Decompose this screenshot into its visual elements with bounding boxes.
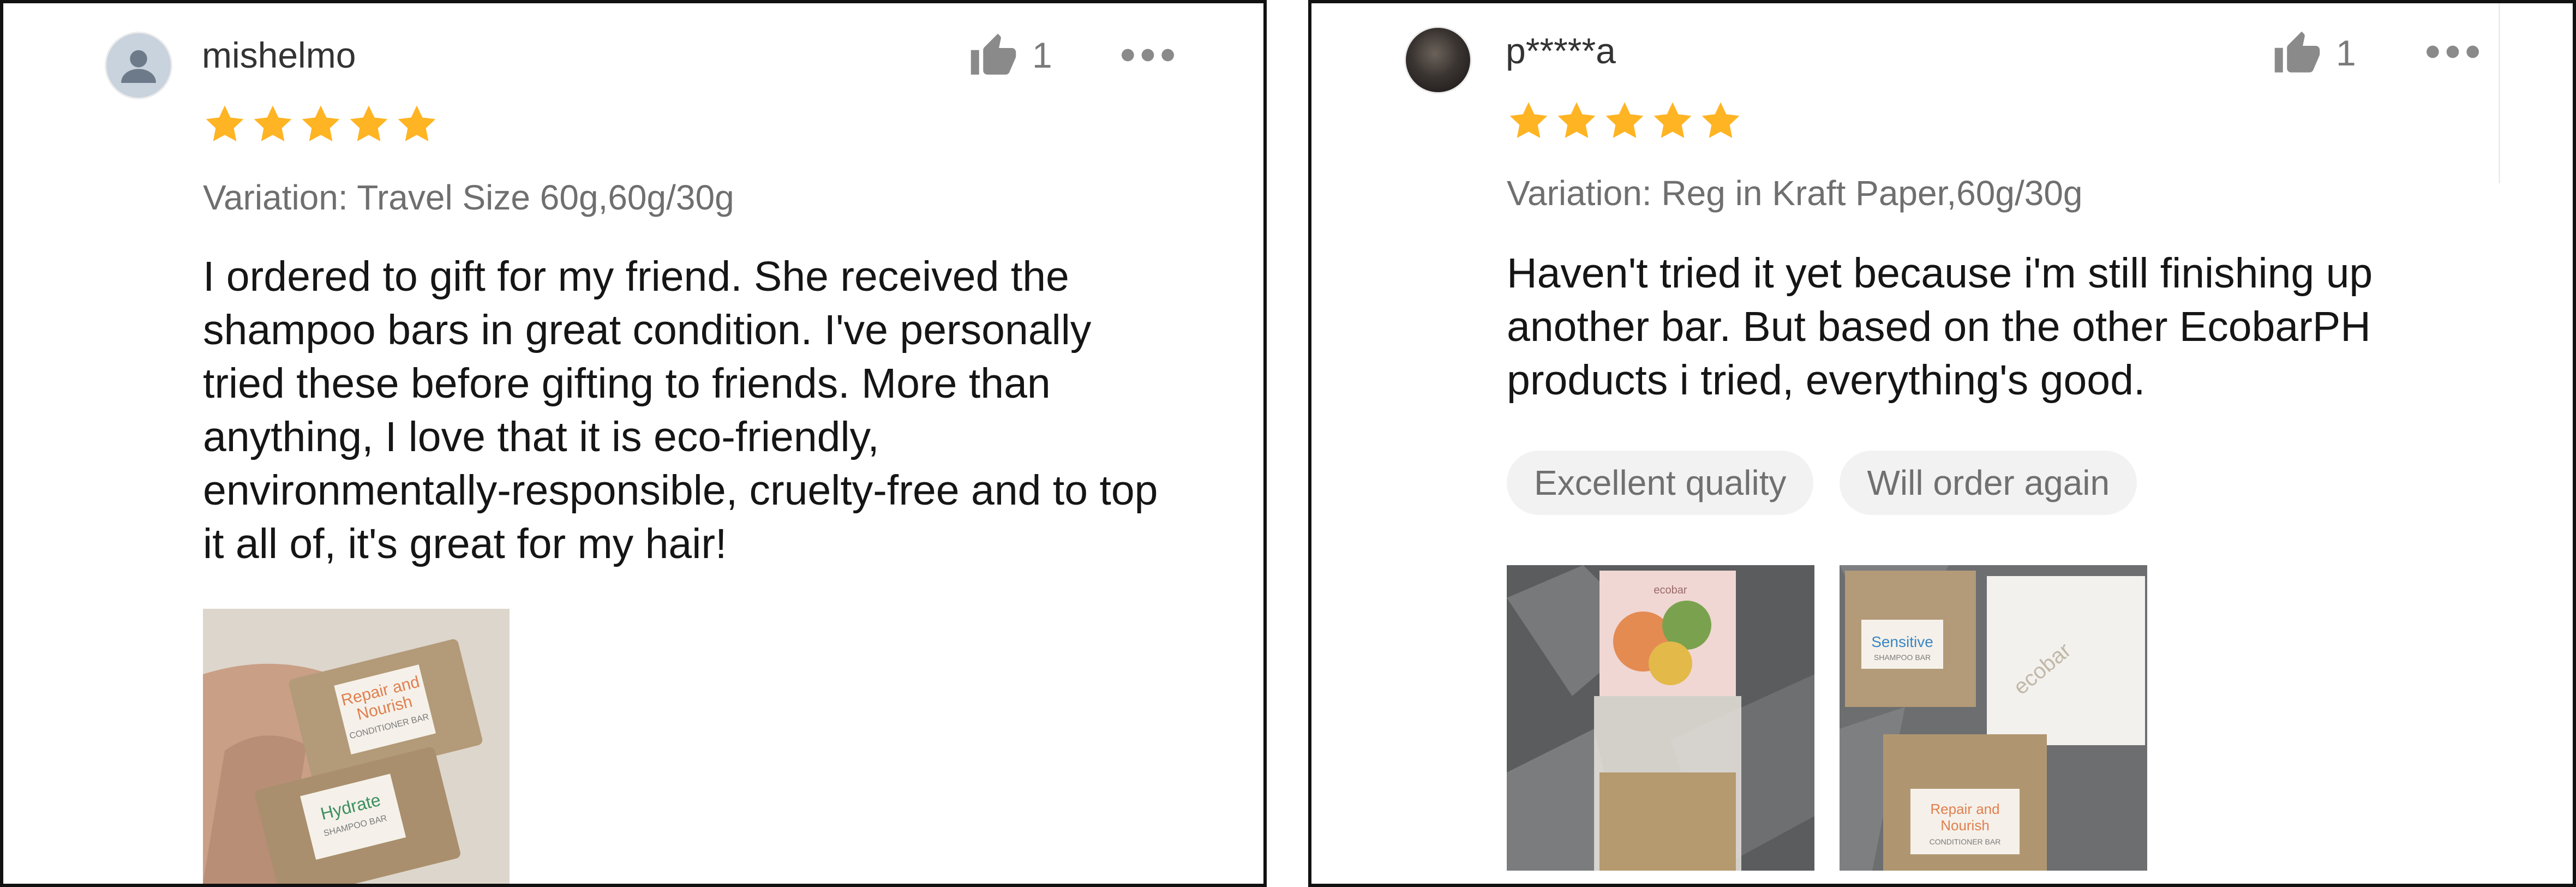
tag-excellent-quality: Excellent quality xyxy=(1507,451,1814,515)
review-photo[interactable]: Repair and Nourish CONDITIONER BAR Hydra… xyxy=(203,609,510,884)
photo-label: CONDITIONER BAR xyxy=(1930,837,2001,846)
review-photo[interactable]: ecobar xyxy=(1507,565,1814,871)
like-count: 1 xyxy=(2336,33,2356,73)
user-avatar[interactable] xyxy=(105,32,172,99)
tag-will-order-again: Will order again xyxy=(1840,451,2137,515)
photo-hand-soap-bars: Repair and Nourish CONDITIONER BAR Hydra… xyxy=(203,609,510,884)
review-text: Haven't tried it yet because i'm still f… xyxy=(1507,250,2373,404)
star-icon xyxy=(203,103,247,146)
photo-label: Nourish xyxy=(1940,817,1990,834)
user-avatar[interactable] xyxy=(1404,26,1472,94)
review-tags: Excellent quality Will order again xyxy=(1507,451,2137,515)
photo-label: Repair and xyxy=(1930,801,1999,817)
like-button[interactable] xyxy=(969,32,1018,81)
thumbs-up-icon xyxy=(969,32,1018,81)
star-icon xyxy=(299,103,343,146)
review-card-mishelmo: mishelmo 1 Variation: Travel Size 60g,60… xyxy=(0,0,1267,887)
star-icon xyxy=(347,103,391,146)
review-text: I ordered to gift for my friend. She rec… xyxy=(203,253,1158,567)
review-card-p-a: p*****a 1 Variation: Reg in Kraft Paper,… xyxy=(1308,0,2576,887)
photo-label: Sensitive xyxy=(1871,633,1933,650)
reviewer-name[interactable]: mishelmo xyxy=(202,37,356,73)
like-button[interactable] xyxy=(2273,29,2322,79)
more-options-icon xyxy=(2425,43,2480,61)
more-options-button[interactable] xyxy=(2425,43,2480,61)
star-rating xyxy=(1507,99,1742,143)
photo-label: ecobar xyxy=(1654,584,1687,596)
star-icon xyxy=(1507,99,1550,143)
star-icon xyxy=(1555,99,1598,143)
variation-label: Variation: Reg in Kraft Paper,60g/30g xyxy=(1507,173,2083,213)
photo-packaging: ecobar xyxy=(1507,565,1814,871)
review-photo[interactable]: Sensitive SHAMPOO BAR ecobar Repair and … xyxy=(1840,565,2147,871)
star-icon xyxy=(251,103,295,146)
star-icon xyxy=(1699,99,1742,143)
photo-soap-boxes: Sensitive SHAMPOO BAR ecobar Repair and … xyxy=(1840,565,2147,871)
star-icon xyxy=(1651,99,1694,143)
user-avatar-icon xyxy=(121,50,156,83)
reviewer-name[interactable]: p*****a xyxy=(1506,33,1616,69)
star-icon xyxy=(395,103,439,146)
more-options-button[interactable] xyxy=(1121,46,1175,64)
star-icon xyxy=(1603,99,1646,143)
like-count: 1 xyxy=(1032,35,1052,75)
star-rating xyxy=(203,103,439,146)
variation-label: Variation: Travel Size 60g,60g/30g xyxy=(203,178,734,217)
more-options-icon xyxy=(1121,46,1175,64)
thumbs-up-icon xyxy=(2273,29,2322,79)
divider xyxy=(2499,3,2500,183)
photo-label: SHAMPOO BAR xyxy=(1874,653,1931,662)
